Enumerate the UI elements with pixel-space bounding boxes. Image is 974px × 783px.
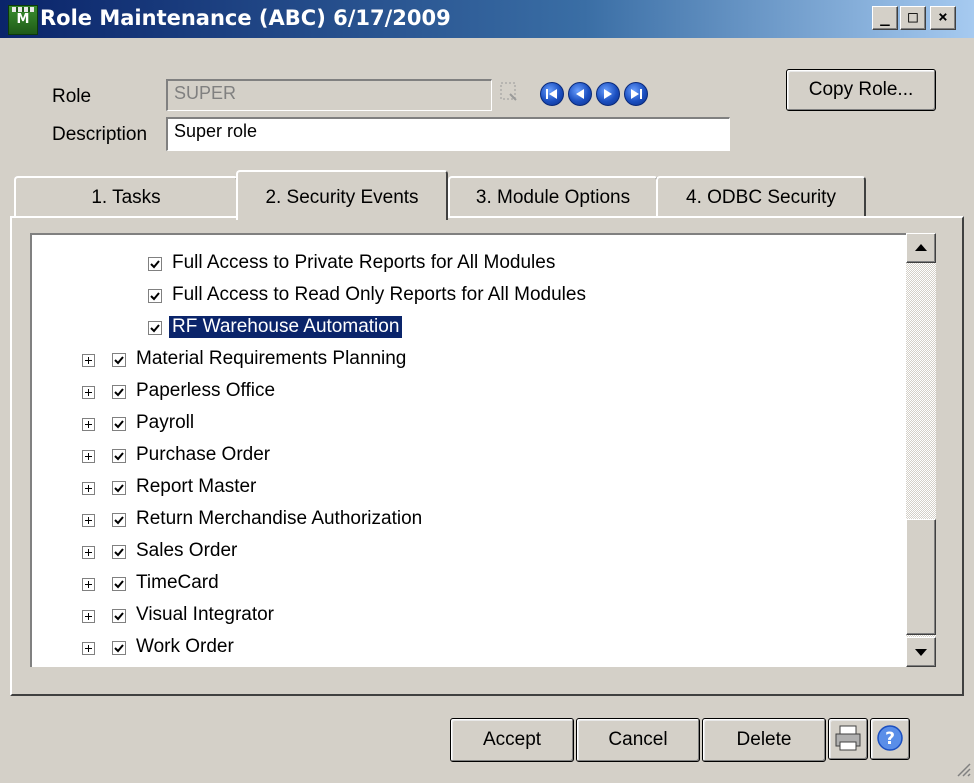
checkbox[interactable] [112,385,126,399]
arrow-up-icon [915,244,927,251]
tab-tasks[interactable]: 1. Tasks [14,176,238,218]
printer-icon [835,725,861,751]
tree-item[interactable]: Full Access to Read Only Reports for All… [32,283,902,309]
print-button[interactable] [828,718,868,760]
tree-item-label: Report Master [136,476,257,497]
tree-item-label: Work Order [136,636,234,657]
delete-button[interactable]: Delete [702,718,826,762]
tree-item[interactable]: Payroll [32,411,902,437]
checkbox[interactable] [112,609,126,623]
next-record-icon[interactable] [596,82,620,106]
checkbox[interactable] [148,257,162,271]
last-record-icon[interactable] [624,82,648,106]
checkbox[interactable] [112,513,126,527]
app-icon[interactable]: M [8,5,38,35]
tree-item-label: Purchase Order [136,444,271,465]
tree-item[interactable]: TimeCard [32,571,902,597]
tree-item-label: Paperless Office [136,380,276,401]
expand-icon[interactable] [82,642,95,655]
scroll-up-button[interactable] [906,233,936,263]
help-button[interactable]: ? [870,718,910,760]
tree-item[interactable]: Report Master [32,475,902,501]
tree-item[interactable]: Sales Order [32,539,902,565]
tree-item[interactable]: Full Access to Private Reports for All M… [32,251,902,277]
expand-icon[interactable] [82,482,95,495]
close-button[interactable]: × [930,6,956,30]
checkbox[interactable] [112,481,126,495]
tree-item[interactable]: Purchase Order [32,443,902,469]
checkbox[interactable] [112,353,126,367]
vertical-scrollbar[interactable] [906,233,936,667]
tab-odbc-security[interactable]: 4. ODBC Security [656,176,866,218]
tree-item-label: Full Access to Read Only Reports for All… [172,284,586,305]
arrow-down-icon [915,649,927,656]
scroll-down-button[interactable] [906,637,936,667]
description-field[interactable]: Super role [166,117,730,151]
tree-item-label: Material Requirements Planning [136,348,407,369]
checkbox[interactable] [112,641,126,655]
tree-item[interactable]: RF Warehouse Automation [32,315,902,341]
role-label: Role [52,86,92,107]
checkbox[interactable] [148,289,162,303]
tab-module-options[interactable]: 3. Module Options [448,176,658,218]
expand-icon[interactable] [82,386,95,399]
svg-text:?: ? [885,729,895,749]
expand-icon[interactable] [82,354,95,367]
resize-grip-icon[interactable] [952,758,972,778]
tree-item-label: Full Access to Private Reports for All M… [172,252,556,273]
security-events-tree[interactable]: Full Access to Private Reports for All M… [30,233,906,667]
tree-item-label: Visual Integrator [136,604,275,625]
role-field[interactable]: SUPER [166,79,492,111]
copy-role-button[interactable]: Copy Role... [786,69,936,111]
previous-record-icon[interactable] [568,82,592,106]
tab-security-events[interactable]: 2. Security Events [236,170,448,220]
tree-item-label: RF Warehouse Automation [169,316,403,338]
window-title: Role Maintenance (ABC) 6/17/2009 [40,6,451,30]
checkbox[interactable] [112,577,126,591]
tree-item[interactable]: Work Order [32,635,902,661]
checkbox[interactable] [112,545,126,559]
tree-item[interactable]: Visual Integrator [32,603,902,629]
tree-item-label: Sales Order [136,540,238,561]
accept-button[interactable]: Accept [450,718,574,762]
tree-item-label: Return Merchandise Authorization [136,508,423,529]
expand-icon[interactable] [82,450,95,463]
checkbox[interactable] [112,449,126,463]
tree-item[interactable]: Return Merchandise Authorization [32,507,902,533]
tree-item[interactable]: Paperless Office [32,379,902,405]
minimize-button[interactable]: _ [872,6,898,30]
description-label: Description [52,124,148,145]
checkbox[interactable] [148,321,162,335]
expand-icon[interactable] [82,546,95,559]
expand-icon[interactable] [82,578,95,591]
expand-icon[interactable] [82,418,95,431]
cancel-button[interactable]: Cancel [576,718,700,762]
expand-icon[interactable] [82,514,95,527]
scroll-thumb[interactable] [906,519,936,635]
tree-item[interactable]: Material Requirements Planning [32,347,902,373]
tree-item-label: Payroll [136,412,195,433]
checkbox[interactable] [112,417,126,431]
tree-item-label: TimeCard [136,572,219,593]
lookup-icon[interactable] [498,80,522,104]
maximize-button[interactable]: □ [900,6,926,30]
help-icon: ? [877,725,903,751]
first-record-icon[interactable] [540,82,564,106]
expand-icon[interactable] [82,610,95,623]
